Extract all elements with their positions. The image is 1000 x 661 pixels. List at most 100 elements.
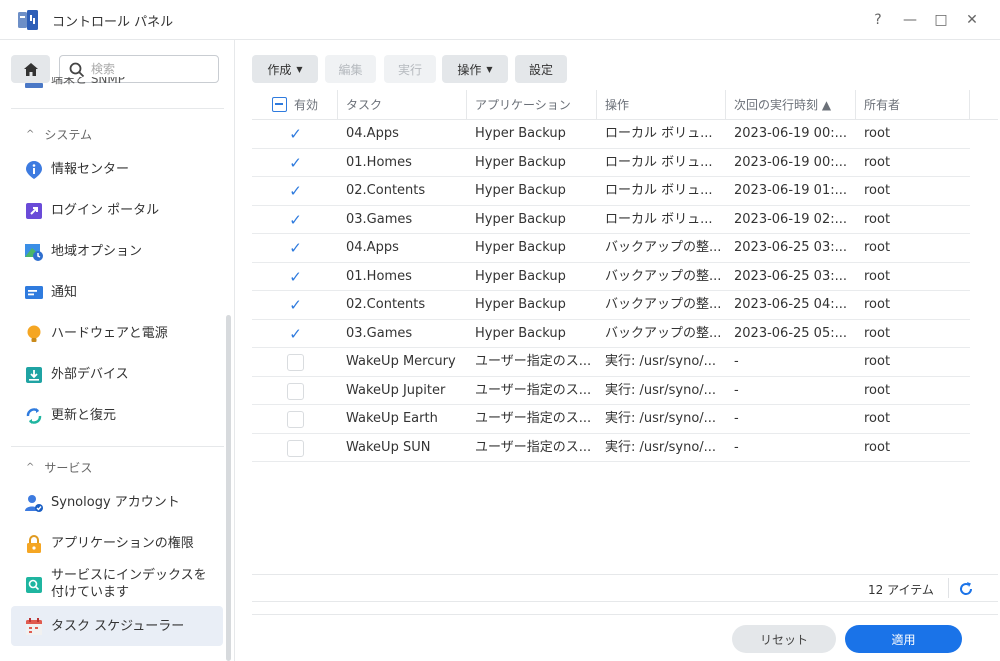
table-row[interactable]: ✓ 02.Contents Hyper Backup バックアップの整... 2023-… <box>252 291 970 320</box>
close-button[interactable]: ✕ <box>962 10 982 30</box>
enabled-checkbox[interactable]: ✓ <box>287 154 304 172</box>
header-enabled-label: 有効 <box>294 98 319 112</box>
cell-task: 03.Games <box>346 211 413 227</box>
table-row[interactable]: ✓ 02.Contents Hyper Backup ローカル ボリュ... 2023-… <box>252 177 970 206</box>
cell-action: バックアップの整... <box>605 297 722 312</box>
sidebar-item-notification[interactable]: 通知 <box>11 272 223 312</box>
sidebar-item-indexing-service[interactable]: サービスにインデックスを 付けています <box>11 564 223 606</box>
table-row[interactable]: WakeUp SUN ユーザー指定のス... 実行: /usr/syno/... - r… <box>252 434 970 462</box>
header-action[interactable]: 操作 <box>597 90 726 120</box>
cell-owner: root <box>864 211 891 227</box>
enabled-checkbox[interactable]: ✓ <box>287 268 304 286</box>
cell-owner: root <box>864 411 891 426</box>
settings-label: 設定 <box>528 62 553 77</box>
cell-task: 04.Apps <box>346 240 399 255</box>
table-header: 有効 タスク アプリケーション 操作 次回の実行時刻 ▲ 所有者 <box>252 90 998 120</box>
sidebar-item-synology-account[interactable]: Synology アカウント <box>11 482 223 522</box>
reset-button[interactable]: リセット <box>732 625 836 653</box>
cell-app: Hyper Backup <box>475 183 566 198</box>
cell-action: 実行: /usr/syno/... <box>605 382 717 398</box>
sidebar-item-info-center[interactable]: 情報センター <box>11 149 223 189</box>
header-owner-label: 所有者 <box>864 98 901 112</box>
section-services[interactable]: ^ サービス <box>26 459 92 476</box>
select-all-checkbox[interactable] <box>272 97 287 112</box>
header-task[interactable]: タスク <box>338 90 467 120</box>
sidebar-item-app-privileges[interactable]: アプリケーションの権限 <box>11 523 223 563</box>
table-row[interactable]: ✓ 03.Games Hyper Backup バックアップの整... 2023-06-… <box>252 320 970 348</box>
sidebar-item-label: アプリケーションの権限 <box>51 535 194 551</box>
header-owner[interactable]: 所有者 <box>856 90 970 120</box>
section-label: システム <box>44 128 93 142</box>
cell-task: WakeUp Jupiter <box>346 382 446 398</box>
cell-task: WakeUp Mercury <box>346 354 456 369</box>
sidebar-scrollbar[interactable] <box>226 315 231 661</box>
sidebar-item-task-scheduler[interactable]: タスク スケジューラー <box>11 606 223 646</box>
cell-app: Hyper Backup <box>475 154 566 170</box>
enabled-checkbox[interactable] <box>287 439 304 457</box>
maximize-button[interactable]: □ <box>931 10 951 30</box>
sidebar-item-update-restore[interactable]: 更新と復元 <box>11 395 223 435</box>
sidebar-item-terminal-snmp[interactable]: 端末と SNMP <box>23 77 133 91</box>
enabled-checkbox[interactable]: ✓ <box>287 211 304 229</box>
cell-app: ユーザー指定のス... <box>475 411 592 426</box>
cell-action: 実行: /usr/syno/... <box>605 354 717 369</box>
cell-next: 2023-06-19 00:... <box>734 154 848 170</box>
cell-action: ローカル ボリュ... <box>605 126 713 141</box>
sidebar-item-label: タスク スケジューラー <box>51 618 185 634</box>
sidebar-item-regional-options[interactable]: 地域オプション <box>11 231 223 271</box>
table-row[interactable]: ✓ 01.Homes Hyper Backup バックアップの整... 2023-06-… <box>252 263 970 291</box>
header-application[interactable]: アプリケーション <box>467 90 597 120</box>
refresh-icon[interactable] <box>957 580 975 598</box>
cell-task: 02.Contents <box>346 183 426 198</box>
search-input[interactable] <box>91 60 211 78</box>
header-enabled[interactable]: 有効 <box>252 90 338 120</box>
cell-next: - <box>734 411 739 426</box>
regional-options-icon <box>25 244 43 261</box>
sidebar-item-hardware-power[interactable]: ハードウェアと電源 <box>11 313 223 353</box>
edit-button[interactable]: 編集 <box>325 55 376 83</box>
minimize-button[interactable]: — <box>900 10 920 30</box>
apply-button[interactable]: 適用 <box>845 625 962 653</box>
cell-app: ユーザー指定のス... <box>475 382 592 398</box>
cell-app: Hyper Backup <box>475 211 566 227</box>
enabled-checkbox[interactable] <box>287 354 304 371</box>
header-next-run[interactable]: 次回の実行時刻 ▲ <box>726 90 856 120</box>
enabled-checkbox[interactable] <box>287 382 304 400</box>
run-button[interactable]: 実行 <box>384 55 436 83</box>
table-row[interactable]: WakeUp Earth ユーザー指定のス... 実行: /usr/syno/...… <box>252 405 970 434</box>
table-row[interactable]: ✓ 03.Games Hyper Backup ローカル ボリュ... 2023-06-… <box>252 206 970 234</box>
action-button[interactable]: 操作 ▼ <box>442 55 508 83</box>
table-row[interactable]: WakeUp Jupiter ユーザー指定のス... 実行: /usr/syno/.… <box>252 377 970 405</box>
cell-next: - <box>734 354 739 369</box>
create-button[interactable]: 作成 ▼ <box>252 55 318 83</box>
table-row[interactable]: ✓ 04.Apps Hyper Backup ローカル ボリュ... 2023-06-1… <box>252 120 970 149</box>
section-system[interactable]: ^ システム <box>26 126 92 143</box>
help-button[interactable]: ? <box>868 10 888 30</box>
enabled-checkbox[interactable]: ✓ <box>287 183 304 200</box>
sidebar-item-label: ログイン ポータル <box>51 202 160 218</box>
item-count: 12 アイテム <box>868 583 934 597</box>
cell-action: 実行: /usr/syno/... <box>605 411 717 426</box>
cell-action: バックアップの整... <box>605 268 722 284</box>
table-row[interactable]: WakeUp Mercury ユーザー指定のス... 実行: /usr/syno/.… <box>252 348 970 377</box>
settings-button[interactable]: 設定 <box>515 55 567 83</box>
enabled-checkbox[interactable] <box>287 411 304 428</box>
sidebar-item-external-devices[interactable]: 外部デバイス <box>11 354 223 394</box>
sidebar-item-login-portal[interactable]: ログイン ポータル <box>11 190 223 230</box>
cell-app: ユーザー指定のス... <box>475 354 592 369</box>
cell-app: Hyper Backup <box>475 297 566 312</box>
cell-owner: root <box>864 325 891 341</box>
table-row[interactable]: ✓ 01.Homes Hyper Backup ローカル ボリュ... 2023-06-… <box>252 149 970 177</box>
table-row[interactable]: ✓ 04.Apps Hyper Backup バックアップの整... 2023-06-2… <box>252 234 970 263</box>
cell-owner: root <box>864 297 891 312</box>
enabled-checkbox[interactable]: ✓ <box>287 297 304 314</box>
run-label: 実行 <box>397 62 422 77</box>
hardware-power-icon <box>27 325 41 342</box>
cell-task: 01.Homes <box>346 268 412 284</box>
cell-action: バックアップの整... <box>605 240 722 255</box>
enabled-checkbox[interactable]: ✓ <box>287 240 304 257</box>
enabled-checkbox[interactable]: ✓ <box>287 126 304 143</box>
enabled-checkbox[interactable]: ✓ <box>287 325 304 343</box>
create-label: 作成 <box>267 62 292 77</box>
header-application-label: アプリケーション <box>475 98 571 112</box>
